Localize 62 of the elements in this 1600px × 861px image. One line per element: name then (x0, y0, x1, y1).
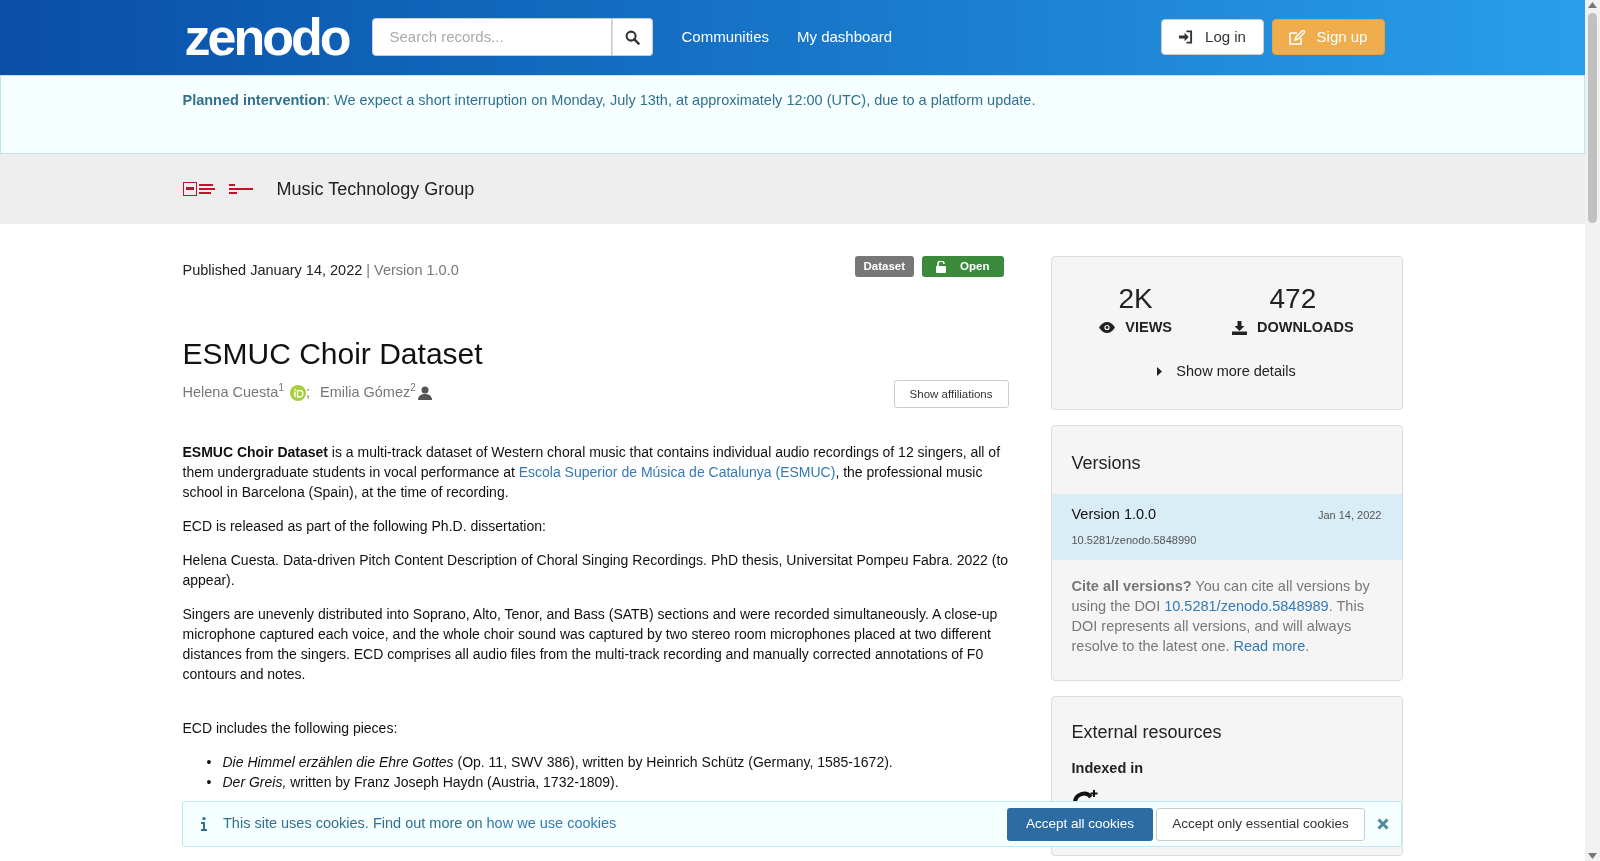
eye-icon (1099, 322, 1116, 334)
read-more-link[interactable]: Read more (1233, 638, 1306, 655)
creator-name[interactable]: Emilia Gómez (320, 382, 411, 404)
caret-icon (1157, 367, 1163, 377)
show-more-details[interactable]: Show more details (1157, 360, 1296, 383)
search-icon (625, 30, 641, 45)
close-icon[interactable] (1377, 818, 1389, 830)
notice-text: Planned intervention: We expect a short interruption on Monday, July 13th, at approximately 12:00 (UTC), due to a platform update. (182, 91, 1037, 110)
affiliation-number: 2 (410, 382, 416, 394)
version-date: Jan 14, 2022 (1317, 507, 1382, 523)
nav-link[interactable]: My dashboard (797, 26, 893, 49)
scroll-thumb[interactable] (1588, 13, 1597, 223)
accept-essential-button[interactable]: Accept only essential cookies (1156, 807, 1365, 841)
version-doi: 10.5281/zenodo.5848990 (1071, 532, 1198, 548)
version-name: Version 1.0.0 (1071, 505, 1157, 524)
login-button[interactable]: Log in (1160, 19, 1264, 56)
creator-name[interactable]: Helena Cuesta (182, 382, 279, 404)
publication-date: Published January 14, 2022 (182, 262, 363, 278)
piece-item: Der Greis, written by Franz Joseph Haydn (Austria, 1732-1809). (222, 773, 619, 793)
accept-all-button[interactable]: Accept all cookies (1006, 807, 1153, 841)
version-row[interactable]: Version 1.0.0 Jan 14, 2022 10.5281/zenodo.5848990 (1051, 494, 1402, 561)
nav-link[interactable]: Communities (681, 26, 769, 49)
description-paragraph: ECD is released as part of the following Ph.D. dissertation: (182, 517, 547, 537)
user-icon (417, 386, 432, 401)
bullet: • (206, 773, 213, 793)
record-title: ESMUC Choir Dataset (182, 335, 484, 372)
community-name[interactable]: Music Technology Group (276, 175, 475, 203)
version-label: | Version 1.0.0 (366, 262, 459, 278)
scrollbar[interactable] (1585, 0, 1600, 861)
description-paragraph: ECD includes the following pieces: (182, 719, 399, 739)
stat-value: 2K (1118, 285, 1153, 313)
logo[interactable]: zenodo (182, 7, 351, 68)
scroll-up-icon[interactable] (1588, 2, 1597, 8)
stat-label: VIEWS (1125, 318, 1173, 337)
stat-label: DOWNLOADS (1257, 318, 1354, 337)
sign-in-icon (1178, 30, 1194, 45)
bullet: • (206, 753, 213, 773)
cookie-link[interactable]: how we use cookies (486, 815, 617, 832)
download-icon (1232, 320, 1248, 335)
scroll-down-icon[interactable] (1588, 853, 1597, 859)
info-icon (201, 817, 207, 831)
separator: ; (306, 383, 310, 403)
edit-icon (1288, 30, 1305, 45)
search-field[interactable]: Search records... (372, 18, 613, 57)
search-button[interactable] (612, 18, 654, 57)
unlock-icon (936, 260, 947, 273)
show-affiliations-button[interactable]: Show affiliations (893, 380, 1009, 409)
cite-text: Cite all versions? You can cite all versions by using the DOI 10.5281/zenodo.5848989. This DOI represents all versions, and will always resolve to the latest one. Read more. (1070, 577, 1371, 657)
description-paragraph: Singers are unevenly distributed into Soprano, Alto, Tenor, and Bass (SATB) sections and were recorded simultaneously. A close-up microphone captured each voice, and the whole choir sound was captured by two stereo room microphones placed at two different distances from the singers. ECD comprises all audio files from the multi-track recording and manually corrected annotations of F0 contours and notes. (182, 605, 999, 685)
description-paragraph: ESMUC Choir Dataset is a multi-track dataset of Western choral music that contains individual audio recordings of 12 singers, all of them undergraduate students in vocal performance at Escola Superior de Música de Catalunya (ESMUC), the professional music school in Barcelona (Spain), at the time of recording. (182, 443, 1002, 503)
access-badge: Open (922, 256, 1004, 277)
doi-link[interactable]: 10.5281/zenodo.5848989 (1164, 598, 1329, 615)
cookie-text: This site uses cookies. Find out more on how we use cookies (223, 814, 617, 834)
piece-item: Die Himmel erzählen die Ehre Gottes (Op. 11, SWV 386), written by Heinrich Schütz (Germany, 1585-1672). (222, 753, 893, 773)
panel-title: Versions (1070, 452, 1142, 475)
panel-title: External resources (1071, 721, 1223, 744)
stat-value: 472 (1269, 285, 1317, 313)
type-badge: Dataset (854, 256, 915, 277)
ring-logo-icon (1071, 789, 1098, 804)
description-paragraph: Helena Cuesta. Data-driven Pitch Content Description of Choral Singing Recordings. PhD thesis, Universitat Pompeu Fabra. 2022 (to appear). (182, 551, 1009, 591)
affiliation-number: 1 (278, 382, 284, 394)
indexed-in-label: Indexed in (1071, 759, 1145, 778)
